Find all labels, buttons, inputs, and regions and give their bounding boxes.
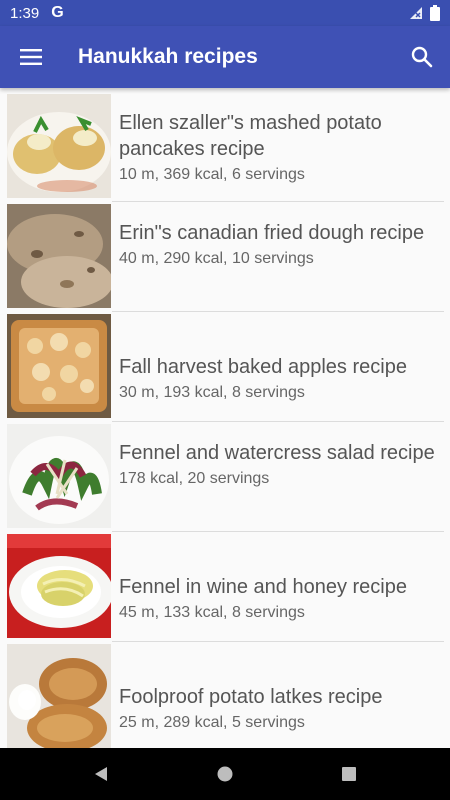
recipe-row[interactable]: Foolproof potato latkes recipe 25 m, 289… bbox=[0, 642, 450, 748]
recipe-thumbnail bbox=[7, 94, 111, 198]
recipe-title: Fennel and watercress salad recipe bbox=[119, 442, 435, 464]
recipe-row[interactable]: Fall harvest baked apples recipe 30 m, 1… bbox=[0, 312, 450, 422]
system-navigation-bar bbox=[0, 748, 450, 800]
home-button[interactable] bbox=[163, 748, 287, 800]
recipe-details: 40 m, 290 kcal, 10 servings bbox=[119, 250, 314, 267]
recipe-text: Erin"s canadian fried dough recipe 40 m,… bbox=[119, 220, 442, 270]
recipe-row[interactable]: Ellen szaller"s mashed potato pancakes r… bbox=[0, 92, 450, 202]
recipe-details: 25 m, 289 kcal, 5 servings bbox=[119, 714, 305, 731]
recipe-row[interactable]: Erin"s canadian fried dough recipe 40 m,… bbox=[0, 202, 450, 312]
recipe-row[interactable]: Fennel and watercress salad recipe 178 k… bbox=[0, 422, 450, 532]
app-bar: Hanukkah recipes bbox=[0, 26, 450, 88]
search-button[interactable] bbox=[394, 26, 450, 88]
recipe-title: Ellen szaller"s mashed potato pancakes r… bbox=[119, 112, 382, 160]
page-title: Hanukkah recipes bbox=[78, 45, 258, 68]
recents-icon bbox=[342, 767, 356, 781]
recipe-text: Fennel and watercress salad recipe 178 k… bbox=[119, 440, 442, 490]
recipe-thumbnail bbox=[7, 314, 111, 418]
recipe-thumbnail bbox=[7, 534, 111, 638]
hamburger-menu-icon bbox=[20, 49, 42, 65]
recipe-list[interactable]: Ellen szaller"s mashed potato pancakes r… bbox=[0, 88, 450, 748]
google-g-icon: G bbox=[51, 4, 64, 21]
recipe-title: Fennel in wine and honey recipe bbox=[119, 576, 407, 598]
recipe-details: 45 m, 133 kcal, 8 servings bbox=[119, 604, 305, 621]
recents-button[interactable] bbox=[287, 748, 411, 800]
recipe-thumbnail bbox=[7, 424, 111, 528]
recipe-row[interactable]: Fennel in wine and honey recipe 45 m, 13… bbox=[0, 532, 450, 642]
recipe-text: Foolproof potato latkes recipe 25 m, 289… bbox=[119, 684, 442, 734]
back-button[interactable] bbox=[39, 748, 163, 800]
recipe-thumbnail bbox=[7, 644, 111, 748]
recipe-title: Erin"s canadian fried dough recipe bbox=[119, 222, 425, 244]
recipe-title: Foolproof potato latkes recipe bbox=[119, 686, 383, 708]
status-icons bbox=[408, 5, 440, 21]
signal-icon bbox=[410, 7, 422, 19]
status-time: 1:39 bbox=[10, 4, 40, 22]
recipe-thumbnail bbox=[7, 204, 111, 308]
menu-button[interactable] bbox=[0, 26, 62, 88]
recipe-details: 178 kcal, 20 servings bbox=[119, 470, 270, 487]
search-icon bbox=[411, 46, 433, 68]
home-icon bbox=[217, 766, 233, 782]
battery-icon bbox=[430, 5, 440, 21]
recipe-text: Fennel in wine and honey recipe 45 m, 13… bbox=[119, 574, 442, 624]
back-icon bbox=[95, 767, 107, 781]
recipe-title: Fall harvest baked apples recipe bbox=[119, 356, 407, 378]
recipe-details: 30 m, 193 kcal, 8 servings bbox=[119, 384, 305, 401]
recipe-details: 10 m, 369 kcal, 6 servings bbox=[119, 166, 305, 183]
recipe-text: Fall harvest baked apples recipe 30 m, 1… bbox=[119, 354, 442, 404]
status-bar: 1:39 G bbox=[0, 0, 450, 26]
recipe-text: Ellen szaller"s mashed potato pancakes r… bbox=[119, 110, 442, 186]
